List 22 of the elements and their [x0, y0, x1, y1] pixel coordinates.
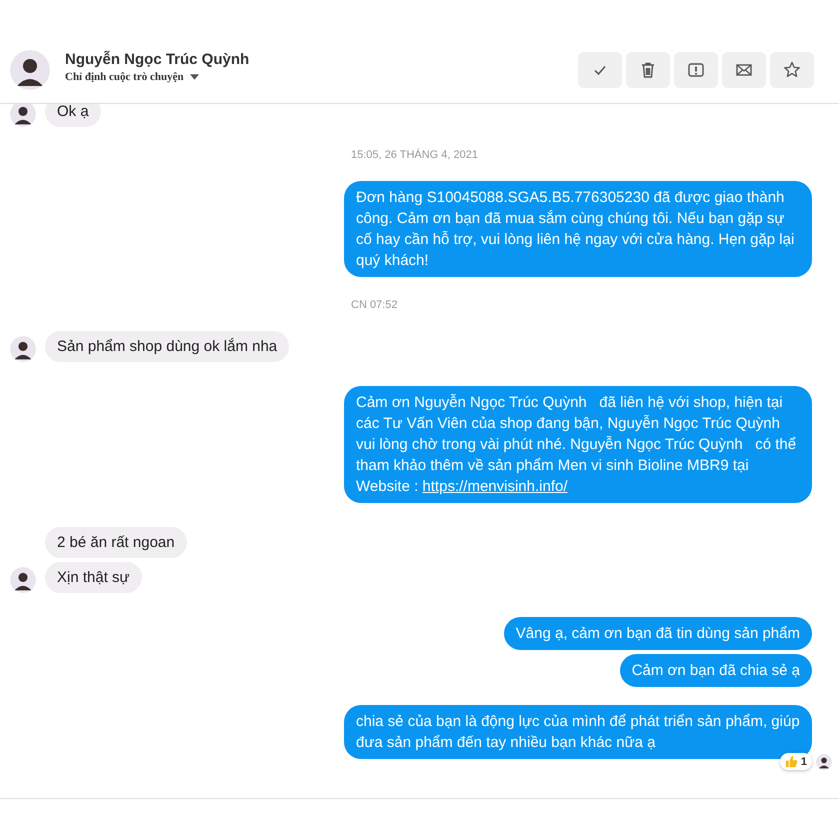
caret-icon	[190, 74, 199, 80]
message-bubble: Đơn hàng S10045088.SGA5.B5.776305230 đã được giao thành công. Cảm ơn bạn đã mua sắm cùng chúng tôi. Nếu bạn gặp sự cố hay cần hỗ trợ, vui lòng liên hệ ngay với cửa hàng. Hẹn gặp lại quý khách!	[344, 181, 812, 277]
thumbs-up-icon	[784, 755, 798, 768]
timestamp: 15:05, 26 THÁNG 4, 2021	[351, 149, 478, 161]
avatar	[816, 754, 832, 770]
message-bubble: Cảm ơn bạn đã chia sẻ ạ	[620, 654, 812, 687]
contact-name: Nguyễn Ngọc Trúc Quỳnh	[65, 51, 250, 68]
message-bubble: Cảm ơn Nguyễn Ngọc Trúc Quỳnh đã liên hệ với shop, hiện tại các Tư Vấn Viên của shop đang bận, Nguyễn Ngọc Trúc Quỳnh vui lòng chờ trong vài phút nhé. Nguyễn Ngọc Trúc Quỳnh có thể tham khảo thêm về sản phẩm Men vi sinh Bioline MBR9 tại Website : https://menvisinh.info/	[344, 386, 812, 503]
timestamp: CN 07:52	[351, 299, 398, 311]
mail-button[interactable]	[722, 52, 766, 88]
star-icon	[782, 60, 802, 80]
message-bubble: Vâng ạ, cảm ơn bạn đã tin dùng sản phẩm	[504, 617, 812, 650]
message-bubble: Sản phẩm shop dùng ok lắm nha	[45, 331, 290, 362]
star-button[interactable]	[770, 52, 814, 88]
assign-conversation-dropdown[interactable]: Chỉ định cuộc trò chuyện	[65, 71, 250, 83]
avatar	[10, 50, 50, 90]
message-bubble: Ok ạ	[45, 104, 101, 127]
report-button[interactable]	[674, 52, 718, 88]
message-bubble: 2 bé ăn rất ngoan	[45, 527, 187, 558]
reaction-badge[interactable]: 1	[780, 753, 812, 770]
delete-button[interactable]	[626, 52, 670, 88]
message-bubble: Xịn thật sự	[45, 562, 142, 593]
